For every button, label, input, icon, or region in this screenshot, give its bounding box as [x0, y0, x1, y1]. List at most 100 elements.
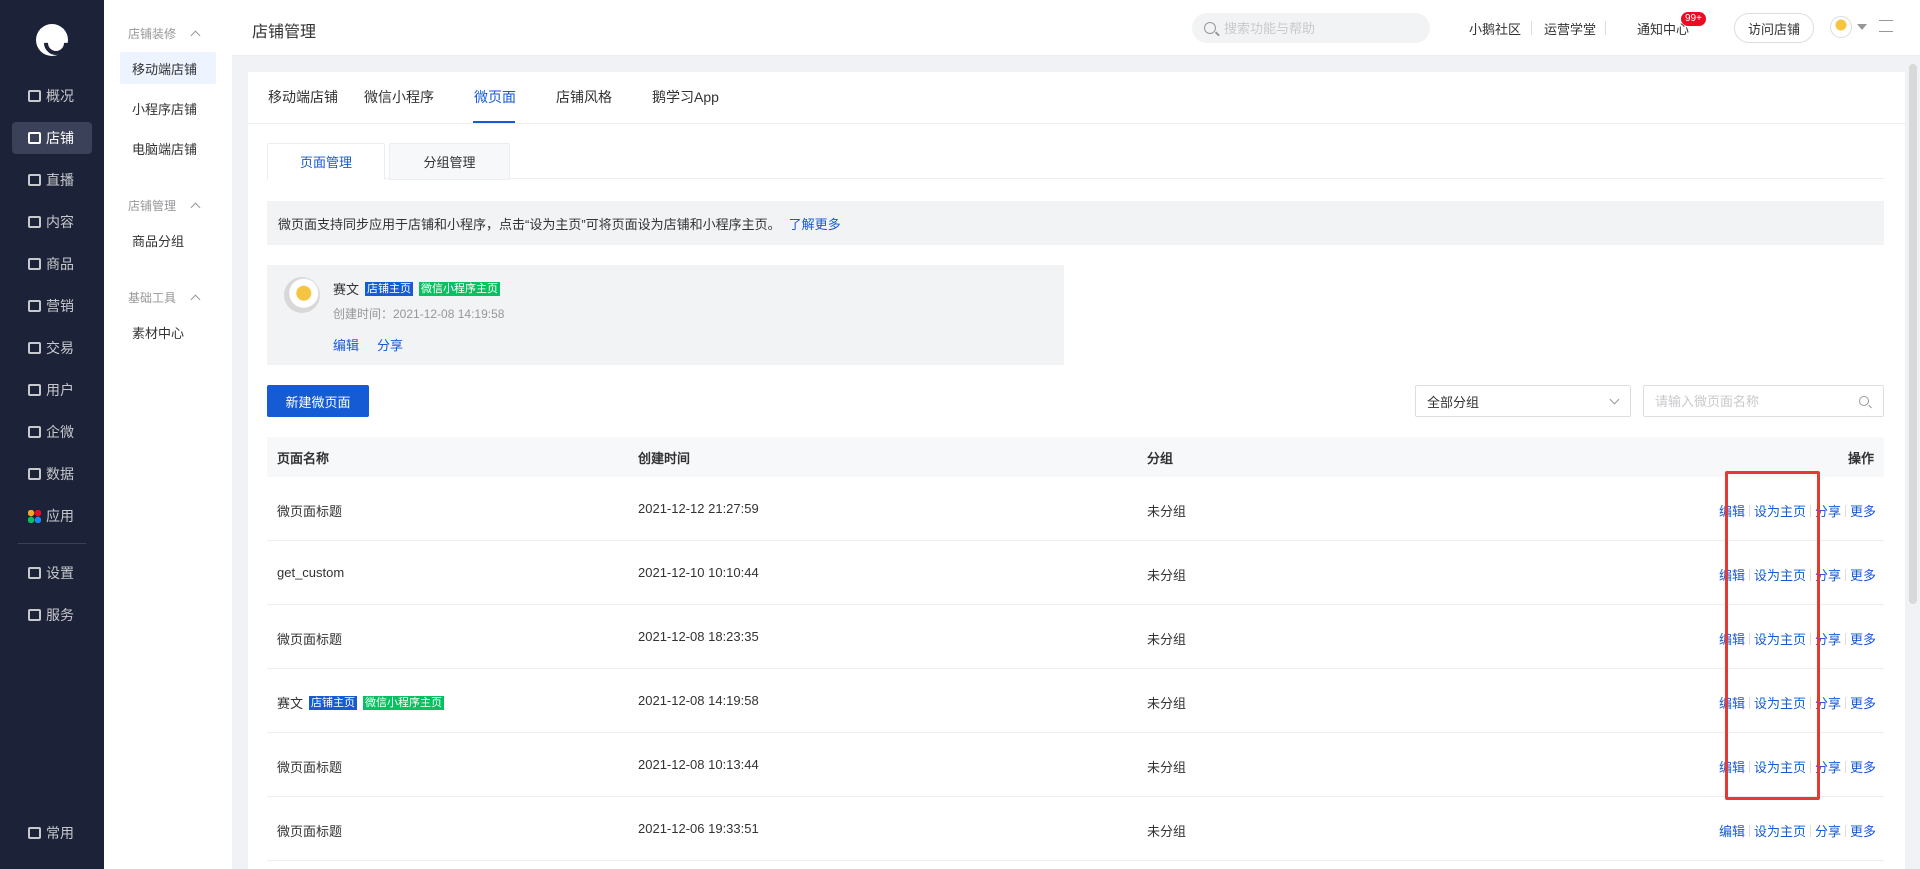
rail-item-marketing[interactable]: 营销	[12, 290, 92, 322]
edit-link[interactable]: 编辑	[1719, 693, 1745, 712]
community-link[interactable]: 小鹅社区	[1469, 19, 1521, 38]
subnav-item-material-center[interactable]: 素材中心	[120, 316, 216, 348]
share-link[interactable]: 分享	[1815, 757, 1841, 776]
homepage-share-link[interactable]: 分享	[377, 335, 403, 354]
micro-page-table: 页面名称 创建时间 分组 操作 微页面标题 2021-12-12 21:27:59…	[267, 437, 1884, 861]
apps-icon	[28, 509, 41, 523]
homepage-created-time: 创建时间：2021-12-08 14:19:58	[333, 307, 505, 321]
content-card: 移动端店铺 微信小程序 微页面 店铺风格 鹅学习App 页面管理 分组管理 微页…	[248, 72, 1905, 869]
set-homepage-link[interactable]: 设为主页	[1754, 629, 1806, 648]
row-actions: 编辑 设为主页 分享 更多	[1719, 501, 1876, 520]
share-link[interactable]: 分享	[1815, 565, 1841, 584]
set-homepage-link[interactable]: 设为主页	[1754, 821, 1806, 840]
trade-icon	[28, 342, 41, 354]
divider	[1809, 760, 1811, 773]
subnav-group-decoration[interactable]: 店铺装修	[128, 25, 201, 42]
tab-wechat-miniapp[interactable]: 微信小程序	[364, 87, 434, 107]
divider	[1748, 824, 1750, 837]
set-homepage-link[interactable]: 设为主页	[1754, 757, 1806, 776]
learn-more-link[interactable]: 了解更多	[789, 214, 841, 233]
rail-item-data[interactable]: 数据	[12, 458, 92, 490]
miniapp-home-tag: 微信小程序主页	[419, 281, 501, 296]
current-homepage-card: 赛文 店铺主页 微信小程序主页 创建时间：2021-12-08 14:19:58…	[267, 265, 1064, 365]
chevron-up-icon	[190, 30, 201, 41]
edit-link[interactable]: 编辑	[1719, 821, 1745, 840]
switch-icon[interactable]	[1879, 20, 1893, 32]
rail-item-service[interactable]: 服务	[12, 599, 92, 631]
subnav-item-pc-shop[interactable]: 电脑端店铺	[120, 132, 216, 164]
set-homepage-link[interactable]: 设为主页	[1754, 565, 1806, 584]
set-homepage-link[interactable]: 设为主页	[1754, 693, 1806, 712]
rail-item-overview[interactable]: 概况	[12, 80, 92, 112]
share-link[interactable]: 分享	[1815, 629, 1841, 648]
rail-item-apps[interactable]: 应用	[12, 500, 92, 532]
subnav-group-management[interactable]: 店铺管理	[128, 197, 201, 214]
shop-home-tag: 店铺主页	[365, 281, 414, 296]
share-link[interactable]: 分享	[1815, 821, 1841, 840]
edit-link[interactable]: 编辑	[1719, 565, 1745, 584]
divider	[1844, 696, 1846, 709]
rail-divider	[18, 543, 86, 544]
set-homepage-link[interactable]: 设为主页	[1754, 501, 1806, 520]
rail-item-common[interactable]: 常用	[12, 817, 92, 849]
rail-item-shop[interactable]: 店铺	[12, 122, 92, 154]
edit-link[interactable]: 编辑	[1719, 501, 1745, 520]
homepage-edit-link[interactable]: 编辑	[333, 335, 359, 354]
page-name-cell: get_custom	[277, 565, 344, 580]
rail-item-trade[interactable]: 交易	[12, 332, 92, 364]
edit-link[interactable]: 编辑	[1719, 757, 1745, 776]
page-name-cell: 微页面标题	[277, 629, 342, 648]
page-search[interactable]	[1643, 385, 1884, 417]
tab-group-management[interactable]: 分组管理	[389, 143, 510, 180]
shop-icon	[28, 132, 41, 144]
more-link[interactable]: 更多	[1850, 565, 1876, 584]
more-link[interactable]: 更多	[1850, 821, 1876, 840]
more-link[interactable]: 更多	[1850, 693, 1876, 712]
tab-micro-page[interactable]: 微页面	[474, 87, 516, 107]
tab-page-management[interactable]: 页面管理	[267, 143, 385, 180]
academy-link[interactable]: 运营学堂	[1544, 19, 1596, 38]
app-logo-icon[interactable]	[36, 24, 68, 56]
divider	[1844, 824, 1846, 837]
rail-item-settings[interactable]: 设置	[12, 557, 92, 589]
search-icon	[1204, 22, 1216, 34]
created-time-cell: 2021-12-08 18:23:35	[638, 629, 759, 644]
subnav-item-miniapp-shop[interactable]: 小程序店铺	[120, 92, 216, 124]
col-actions: 操作	[1847, 451, 1874, 466]
subnav-item-mobile-shop[interactable]: 移动端店铺	[120, 52, 216, 84]
new-micro-page-button[interactable]: 新建微页面	[267, 385, 369, 417]
wecom-icon	[28, 426, 41, 438]
rail-item-goods[interactable]: 商品	[12, 248, 92, 280]
created-time-cell: 2021-12-06 19:33:51	[638, 821, 759, 836]
global-search[interactable]	[1192, 13, 1430, 43]
rail-item-live[interactable]: 直播	[12, 164, 92, 196]
share-link[interactable]: 分享	[1815, 501, 1841, 520]
more-link[interactable]: 更多	[1850, 501, 1876, 520]
global-search-input[interactable]	[1224, 20, 1414, 36]
more-link[interactable]: 更多	[1850, 629, 1876, 648]
main-nav-rail: 概况 店铺 直播 内容 商品 营销 交易 用户 企微 数据 应用 设置 服务 常…	[0, 0, 104, 869]
page-search-input[interactable]	[1655, 393, 1855, 409]
more-link[interactable]: 更多	[1850, 757, 1876, 776]
tab-mobile-shop[interactable]: 移动端店铺	[268, 87, 338, 107]
row-actions: 编辑 设为主页 分享 更多	[1719, 693, 1876, 712]
scrollbar[interactable]	[1906, 56, 1920, 869]
subnav-group-tools[interactable]: 基础工具	[128, 289, 201, 306]
col-group: 分组	[1147, 451, 1174, 466]
visit-shop-button[interactable]: 访问店铺	[1734, 13, 1814, 43]
rail-item-content[interactable]: 内容	[12, 206, 92, 238]
rail-item-users[interactable]: 用户	[12, 374, 92, 406]
tab-shop-style[interactable]: 店铺风格	[556, 87, 612, 107]
rail-item-wecom[interactable]: 企微	[12, 416, 92, 448]
avatar[interactable]	[1830, 16, 1852, 38]
caret-down-icon[interactable]	[1857, 24, 1867, 30]
edit-link[interactable]: 编辑	[1719, 629, 1745, 648]
share-link[interactable]: 分享	[1815, 693, 1841, 712]
notification-badge: 99+	[1681, 12, 1706, 26]
divider	[1844, 568, 1846, 581]
subnav-item-goods-group[interactable]: 商品分组	[120, 224, 216, 256]
search-icon[interactable]	[1859, 396, 1869, 406]
scrollbar-thumb[interactable]	[1909, 64, 1917, 604]
group-filter-select[interactable]: 全部分组	[1415, 385, 1631, 417]
tab-learning-app[interactable]: 鹅学习App	[652, 87, 719, 107]
